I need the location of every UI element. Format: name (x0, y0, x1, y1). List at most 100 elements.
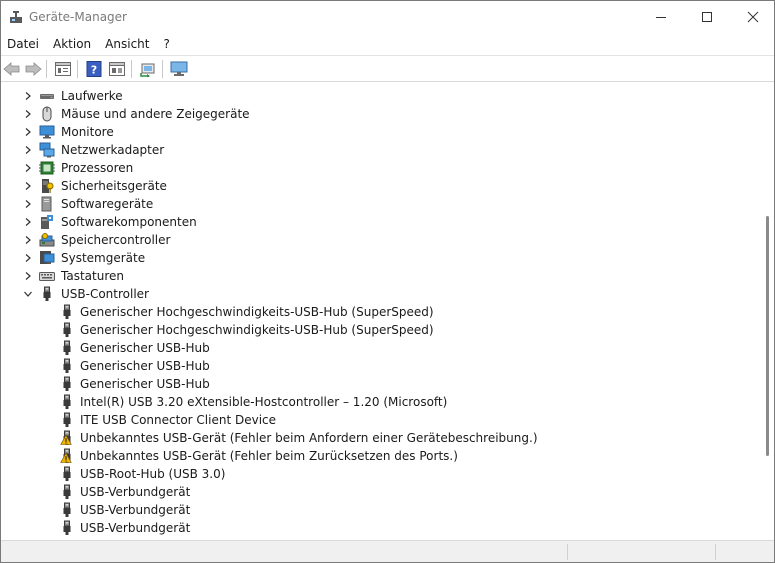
tree-device-row[interactable]: USB-Verbundgerät (1, 519, 761, 537)
tree-expander[interactable] (22, 198, 34, 210)
toolbar-separator (162, 60, 163, 78)
tree-device-row[interactable]: Intel(R) USB 3.20 eXtensible-Hostcontrol… (1, 393, 761, 411)
tree-device-label: Generischer USB-Hub (80, 377, 210, 391)
tree-category-label: Sicherheitsgeräte (61, 179, 167, 193)
device-tree[interactable]: Laufwerke Mäuse und andere Zeigegeräte Mon… (1, 82, 761, 540)
tree-device-row[interactable]: Generischer Hochgeschwindigkeits-USB-Hub… (1, 303, 761, 321)
chevron-right-icon (25, 182, 31, 190)
usb-icon (63, 520, 71, 535)
forward-button[interactable] (23, 60, 43, 78)
scan-hardware-button[interactable] (138, 60, 158, 78)
back-icon (3, 62, 20, 76)
tree-device-row[interactable]: Generischer USB-Hub (1, 357, 761, 375)
tree-device-row[interactable]: Unbekanntes USB-Gerät (Fehler beim Zurüc… (1, 447, 761, 465)
minimize-button[interactable] (638, 1, 684, 33)
tree-expander[interactable] (22, 288, 34, 300)
usb-icon (63, 304, 71, 319)
tree-expander[interactable] (22, 126, 34, 138)
close-icon (747, 11, 759, 23)
tree-category-label: Tastaturen (61, 269, 124, 283)
software-component-icon (41, 215, 53, 229)
usb-icon (63, 394, 71, 409)
menu-bar: Datei Aktion Ansicht ? (1, 33, 774, 55)
chevron-right-icon (25, 272, 31, 280)
menu-datei[interactable]: Datei (3, 35, 43, 53)
tree-category-row[interactable]: Monitore (1, 123, 761, 141)
tree-category-row[interactable]: Sicherheitsgeräte (1, 177, 761, 195)
cpu-icon (39, 161, 55, 175)
update-driver-button[interactable] (107, 60, 127, 78)
menu-help[interactable]: ? (159, 35, 173, 53)
tree-category-row[interactable]: Tastaturen (1, 267, 761, 285)
tree-expander[interactable] (22, 216, 34, 228)
toolbar-separator (46, 60, 47, 78)
tree-device-row[interactable]: ITE USB Connector Client Device (1, 411, 761, 429)
tree-device-label: Generischer Hochgeschwindigkeits-USB-Hub… (80, 323, 434, 337)
tree-category-label: Laufwerke (61, 89, 123, 103)
status-divider (567, 544, 568, 560)
tree-expander[interactable] (22, 162, 34, 174)
tree-device-label: Generischer USB-Hub (80, 359, 210, 373)
tree-category-label: Prozessoren (61, 161, 134, 175)
monitor-icon (170, 61, 188, 76)
tree-category-label: Softwarekomponenten (61, 215, 197, 229)
usb-icon (63, 340, 71, 355)
help-button[interactable]: ? (84, 60, 104, 78)
tree-category-row[interactable]: USB-Controller (1, 285, 761, 303)
maximize-button[interactable] (684, 1, 730, 33)
keyboard-icon (39, 272, 55, 281)
tree-category-row[interactable]: Laufwerke (1, 87, 761, 105)
chevron-right-icon (25, 146, 31, 154)
tree-device-row[interactable]: USB-Verbundgerät (1, 483, 761, 501)
tree-category-label: Softwaregeräte (61, 197, 154, 211)
properties-view-icon (55, 62, 71, 76)
monitor-icon (39, 125, 55, 139)
tree-category-row[interactable]: Speichercontroller (1, 231, 761, 249)
tree-category-label: Monitore (61, 125, 114, 139)
tree-category-row[interactable]: Prozessoren (1, 159, 761, 177)
usb-icon (63, 412, 71, 427)
chevron-right-icon (25, 110, 31, 118)
status-divider (715, 544, 716, 560)
tree-device-label: USB-Root-Hub (USB 3.0) (80, 467, 226, 481)
tree-device-row[interactable]: Unbekanntes USB-Gerät (Fehler beim Anfor… (1, 429, 761, 447)
tree-category-row[interactable]: Netzwerkadapter (1, 141, 761, 159)
tree-expander[interactable] (22, 270, 34, 282)
back-button[interactable] (2, 60, 22, 78)
window-title: Geräte-Manager (29, 10, 127, 24)
tree-category-row[interactable]: Systemgeräte (1, 249, 761, 267)
tree-expander[interactable] (22, 180, 34, 192)
tree-category-row[interactable]: Softwaregeräte (1, 195, 761, 213)
chevron-right-icon (25, 254, 31, 262)
chevron-right-icon (25, 236, 31, 244)
scrollbar-thumb[interactable] (766, 216, 769, 456)
properties-view-button[interactable] (53, 60, 73, 78)
close-button[interactable] (730, 1, 774, 33)
tree-expander[interactable] (22, 144, 34, 156)
tree-device-row[interactable]: Generischer USB-Hub (1, 375, 761, 393)
tree-device-label: Generischer USB-Hub (80, 341, 210, 355)
help-icon: ? (86, 61, 102, 77)
device-manager-window: Geräte-Manager Datei Aktion Ansicht ? ? … (0, 0, 775, 563)
tree-device-row[interactable]: Generischer Hochgeschwindigkeits-USB-Hub… (1, 321, 761, 339)
device-manager-app-icon (10, 11, 22, 23)
tree-expander[interactable] (22, 90, 34, 102)
update-driver-icon (109, 62, 125, 76)
usb-icon (63, 376, 71, 391)
tree-device-label: Intel(R) USB 3.20 eXtensible-Hostcontrol… (80, 395, 448, 409)
tree-device-row[interactable]: USB-Verbundgerät (1, 501, 761, 519)
tree-category-row[interactable]: Mäuse und andere Zeigegeräte (1, 105, 761, 123)
menu-ansicht[interactable]: Ansicht (101, 35, 153, 53)
tree-expander[interactable] (22, 234, 34, 246)
tree-expander[interactable] (22, 252, 34, 264)
vertical-scrollbar[interactable] (761, 82, 774, 540)
tree-category-row[interactable]: Softwarekomponenten (1, 213, 761, 231)
tree-device-row[interactable]: USB-Root-Hub (USB 3.0) (1, 465, 761, 483)
tree-expander[interactable] (22, 108, 34, 120)
title-bar[interactable]: Geräte-Manager (1, 1, 774, 33)
tree-category-label: Speichercontroller (61, 233, 171, 247)
monitor-button[interactable] (169, 60, 189, 78)
menu-aktion[interactable]: Aktion (49, 35, 95, 53)
tree-device-label: Unbekanntes USB-Gerät (Fehler beim Zurüc… (80, 449, 458, 463)
tree-device-row[interactable]: Generischer USB-Hub (1, 339, 761, 357)
